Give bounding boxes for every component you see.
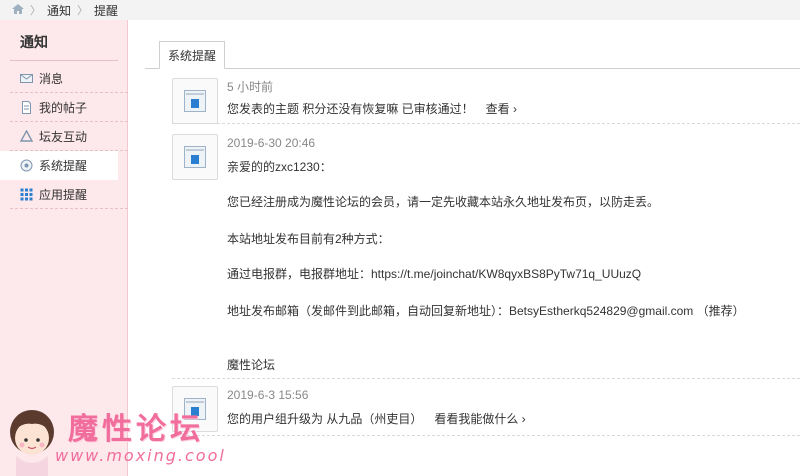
sidebar-item-messages[interactable]: 消息: [10, 64, 128, 93]
sidebar-item-label: 系统提醒: [39, 159, 88, 173]
document-icon: [22, 100, 31, 114]
what-can-i-do-link[interactable]: 看看我能做什么 ›: [434, 412, 525, 426]
notice-signature: 魔性论坛: [227, 358, 276, 372]
notice-text: 您发表的主题 积分还没有恢复嘛 已审核通过！: [227, 102, 474, 116]
notice-icon: [172, 134, 218, 180]
notice-item: 2019-6-30 20:46 亲爱的的zxc1230： 您已经注册成为魔性论坛…: [172, 134, 800, 374]
sidebar-item-app-reminder[interactable]: 应用提醒: [10, 180, 128, 209]
sidebar-item-label: 消息: [39, 71, 64, 86]
sidebar-nav: 消息 我的帖子 坛友互动 系统提醒 应用提醒: [0, 64, 128, 209]
breadcrumb-notice[interactable]: 通知: [47, 2, 71, 19]
chevron-right-icon: 〉: [30, 5, 41, 17]
divider: [145, 68, 800, 69]
sidebar-title: 通知: [20, 34, 48, 50]
notice-time: 2019-6-30 20:46: [227, 136, 316, 150]
notice-body: 您的用户组升级为 从九品（州吏目） 看看我能做什么 ›: [227, 410, 526, 427]
notice-item: 5 小时前 您发表的主题 积分还没有恢复嘛 已审核通过！ 查看 ›: [172, 78, 800, 124]
view-link[interactable]: 查看 ›: [486, 102, 517, 116]
notice-line: 您已经注册成为魔性论坛的会员，请一定先收藏本站永久地址发布页，以防走丢。: [227, 195, 660, 209]
grid-icon: [20, 188, 33, 200]
notice-text: 您的用户组升级为 从九品（州吏目）: [227, 412, 423, 426]
divider: [172, 378, 800, 379]
sidebar-item-interaction[interactable]: 坛友互动: [10, 122, 128, 151]
watermark-url: www.moxing.cool: [55, 446, 226, 465]
home-icon[interactable]: [12, 4, 24, 14]
notice-line: 地址发布邮箱（发邮件到此邮箱，自动回复新地址）：BetsyEstherkq524…: [227, 304, 745, 318]
sidebar-item-label: 应用提醒: [39, 187, 88, 202]
divider: [172, 123, 800, 124]
breadcrumb: 〉 通知 〉 提醒: [0, 0, 800, 20]
divider: [172, 435, 800, 436]
sidebar-item-my-posts[interactable]: 我的帖子: [10, 93, 128, 122]
sidebar-item-label: 坛友互动: [39, 129, 88, 144]
notice-time: 5 小时前: [227, 80, 274, 94]
divider: [10, 60, 118, 61]
envelope-icon: [20, 73, 33, 83]
gear-icon: [20, 159, 33, 172]
notice-greeting: 亲爱的的zxc1230：: [227, 160, 332, 174]
notice-line: 通过电报群，电报群地址：https://t.me/joinchat/KW8qyx…: [227, 267, 642, 281]
sidebar-item-label: 我的帖子: [39, 100, 88, 115]
tab-system-reminder[interactable]: 系统提醒: [159, 41, 225, 69]
notice-icon: [172, 78, 218, 124]
breadcrumb-reminder[interactable]: 提醒: [94, 2, 118, 19]
watermark-title: 魔性论坛: [68, 412, 204, 447]
notice-line: 本站地址发布目前有2种方式：: [227, 232, 390, 246]
sidebar-item-system-reminder[interactable]: 系统提醒: [0, 151, 118, 180]
recycle-icon: [20, 129, 33, 142]
notice-body: 您发表的主题 积分还没有恢复嘛 已审核通过！ 查看 ›: [227, 100, 517, 117]
notice-item: 2019-6-3 15:56 您的用户组升级为 从九品（州吏目） 看看我能做什么 …: [172, 386, 800, 432]
chevron-right-icon: 〉: [77, 5, 89, 17]
